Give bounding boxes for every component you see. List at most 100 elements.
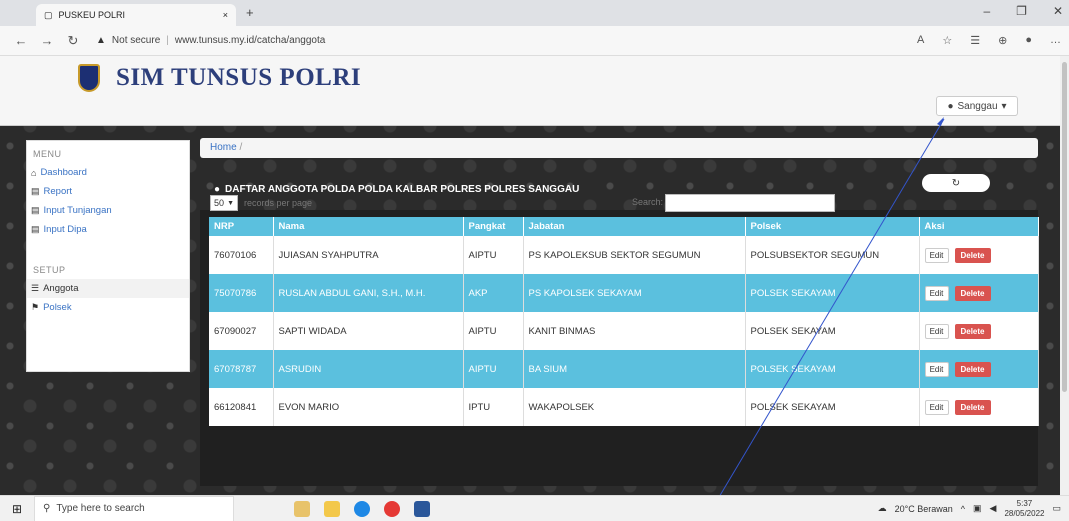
- search-icon: ⚲: [43, 503, 51, 514]
- panel-title-text: DAFTAR ANGGOTA POLDA POLDA KALBAR POLRES…: [225, 183, 580, 195]
- sidebar-item-dashboard[interactable]: ⌂ Dashboard: [27, 163, 189, 182]
- table-header-row: NRP Nama Pangkat Jabatan Polsek Aksi: [209, 217, 1039, 236]
- page-icon: ▢: [44, 9, 53, 20]
- forward-icon[interactable]: →: [34, 33, 60, 48]
- new-tab-button[interactable]: +: [246, 5, 254, 20]
- cell-nrp: 76070106: [209, 236, 274, 274]
- sidebar-item-input-tunjangan[interactable]: ▤ Input Tunjangan: [27, 201, 189, 220]
- edit-button[interactable]: Edit: [924, 361, 949, 377]
- list-icon: ▤: [31, 186, 40, 196]
- delete-button[interactable]: Delete: [954, 399, 991, 415]
- file-explorer-icon[interactable]: [324, 500, 340, 517]
- home-icon: ⌂: [31, 167, 37, 178]
- chevron-down-icon: ▼: [227, 199, 234, 207]
- tab-close-icon[interactable]: ×: [223, 10, 228, 20]
- chrome-icon[interactable]: [384, 500, 400, 517]
- reload-icon[interactable]: ↻: [60, 33, 86, 49]
- restore-button[interactable]: ❐: [1016, 4, 1027, 18]
- table-row: 66120841 EVON MARIO IPTU WAKAPOLSEK POLS…: [209, 388, 1039, 426]
- breadcrumb: Home /: [200, 138, 1038, 158]
- delete-button[interactable]: Delete: [954, 323, 991, 339]
- site-brand[interactable]: SIM TUNSUS POLRI: [116, 64, 361, 92]
- favorites-icon[interactable]: ☰: [970, 34, 980, 47]
- edit-button[interactable]: Edit: [924, 399, 949, 415]
- sidebar-item-anggota[interactable]: ☰ Anggota: [27, 279, 189, 298]
- cell-polsek: POLSEK SEKAYAM: [745, 350, 920, 388]
- table-row: 67078787 ASRUDIN AIPTU BA SIUM POLSEK SE…: [209, 350, 1039, 388]
- cell-nrp: 66120841: [209, 388, 274, 426]
- search-input[interactable]: [665, 194, 835, 212]
- address-bar: ← → ↻ ▲ Not secure | www.tunsus.my.id/ca…: [0, 26, 1069, 56]
- table-row: 75070786 RUSLAN ABDUL GANI, S.H., M.H. A…: [209, 274, 1039, 312]
- more-menu-icon[interactable]: …: [1050, 34, 1061, 47]
- notification-icon[interactable]: ▭: [1052, 503, 1061, 514]
- word-icon[interactable]: [414, 500, 430, 517]
- cell-polsek: POLSUBSEKTOR SEGUMUN: [745, 236, 920, 274]
- weather-text[interactable]: 20°C Berawan: [895, 504, 953, 514]
- edit-button[interactable]: Edit: [924, 323, 949, 339]
- close-window-button[interactable]: ✕: [1053, 4, 1063, 18]
- back-icon[interactable]: ←: [8, 33, 34, 48]
- minimize-button[interactable]: –: [983, 4, 990, 18]
- delete-button[interactable]: Delete: [954, 285, 991, 301]
- breadcrumb-home[interactable]: Home: [210, 142, 237, 153]
- taskbar: ⊞ ⚲ Type here to search ☁ 20°C Berawan ^…: [0, 495, 1069, 521]
- table-toolbar: 50 ▼ records per page Search:: [210, 194, 1038, 212]
- edit-button[interactable]: Edit: [924, 247, 949, 263]
- cell-aksi: Edit Delete: [919, 388, 1039, 426]
- network-icon[interactable]: ▣: [973, 503, 982, 514]
- cell-jabatan: PS KAPOLSEK SEKAYAM: [523, 274, 746, 312]
- read-aloud-icon[interactable]: A: [917, 34, 924, 47]
- cell-nrp: 75070786: [209, 274, 274, 312]
- list-icon: ▤: [31, 224, 40, 234]
- cell-nama: EVON MARIO: [273, 388, 464, 426]
- window-controls: – ❐ ✕: [983, 4, 1063, 18]
- cell-nrp: 67090027: [209, 312, 274, 350]
- delete-button[interactable]: Delete: [954, 361, 991, 377]
- sidebar-item-input-dipa[interactable]: ▤ Input Dipa: [27, 220, 189, 239]
- user-menu-button[interactable]: ● Sanggau ▾: [936, 96, 1018, 116]
- column-header-nrp[interactable]: NRP: [209, 217, 274, 236]
- chevron-down-icon: ▾: [1001, 100, 1007, 112]
- cell-jabatan: PS KAPOLEKSUB SEKTOR SEGUMUN: [523, 236, 746, 274]
- scrollbar-thumb[interactable]: [1062, 62, 1067, 392]
- url-text[interactable]: www.tunsus.my.id/catcha/anggota: [175, 35, 325, 46]
- column-header-aksi: Aksi: [919, 217, 1039, 236]
- page-size-select[interactable]: 50 ▼: [210, 195, 238, 211]
- cell-pangkat: IPTU: [463, 388, 524, 426]
- cell-polsek: POLSEK SEKAYAM: [745, 312, 920, 350]
- column-header-nama[interactable]: Nama: [273, 217, 464, 236]
- cell-nrp: 67078787: [209, 350, 274, 388]
- collections-icon[interactable]: ⊕: [998, 34, 1007, 47]
- cell-nama: SAPTI WIDADA: [273, 312, 464, 350]
- sidebar-item-polsek[interactable]: ⚑ Polsek: [27, 298, 189, 317]
- refresh-button[interactable]: ↻: [922, 174, 990, 192]
- flag-icon: ⚑: [31, 302, 40, 312]
- column-header-pangkat[interactable]: Pangkat: [463, 217, 524, 236]
- column-header-jabatan[interactable]: Jabatan: [523, 217, 746, 236]
- profile-avatar-icon[interactable]: ●: [1025, 34, 1032, 47]
- url-field[interactable]: ▲ Not secure | www.tunsus.my.id/catcha/a…: [96, 35, 325, 46]
- tab-title: PUSKEU POLRI: [58, 10, 126, 20]
- list-icon: ☰: [31, 283, 40, 293]
- column-header-polsek[interactable]: Polsek: [745, 217, 920, 236]
- windows-start-icon[interactable]: ⊞: [0, 502, 34, 516]
- chevron-up-icon[interactable]: ^: [961, 504, 965, 514]
- favorite-star-icon[interactable]: ☆: [942, 34, 952, 47]
- search-label: Search:: [632, 197, 664, 207]
- clock[interactable]: 5:37 28/05/2022: [1004, 499, 1044, 519]
- edit-button[interactable]: Edit: [924, 285, 949, 301]
- cell-nama: JUIASAN SYAHPUTRA: [273, 236, 464, 274]
- cell-polsek: POLSEK SEKAYAM: [745, 274, 920, 312]
- edge-browser-icon[interactable]: [354, 500, 370, 517]
- browser-tab[interactable]: ▢ PUSKEU POLRI ×: [36, 4, 236, 26]
- cell-aksi: Edit Delete: [919, 274, 1039, 312]
- sidebar-item-report[interactable]: ▤ Report: [27, 182, 189, 201]
- cell-aksi: Edit Delete: [919, 312, 1039, 350]
- cell-pangkat: AIPTU: [463, 312, 524, 350]
- volume-icon[interactable]: ◀: [990, 503, 997, 514]
- delete-button[interactable]: Delete: [954, 247, 991, 263]
- page-scrollbar[interactable]: [1060, 56, 1069, 495]
- news-app-icon[interactable]: [294, 500, 310, 517]
- taskbar-search[interactable]: ⚲ Type here to search: [34, 495, 234, 521]
